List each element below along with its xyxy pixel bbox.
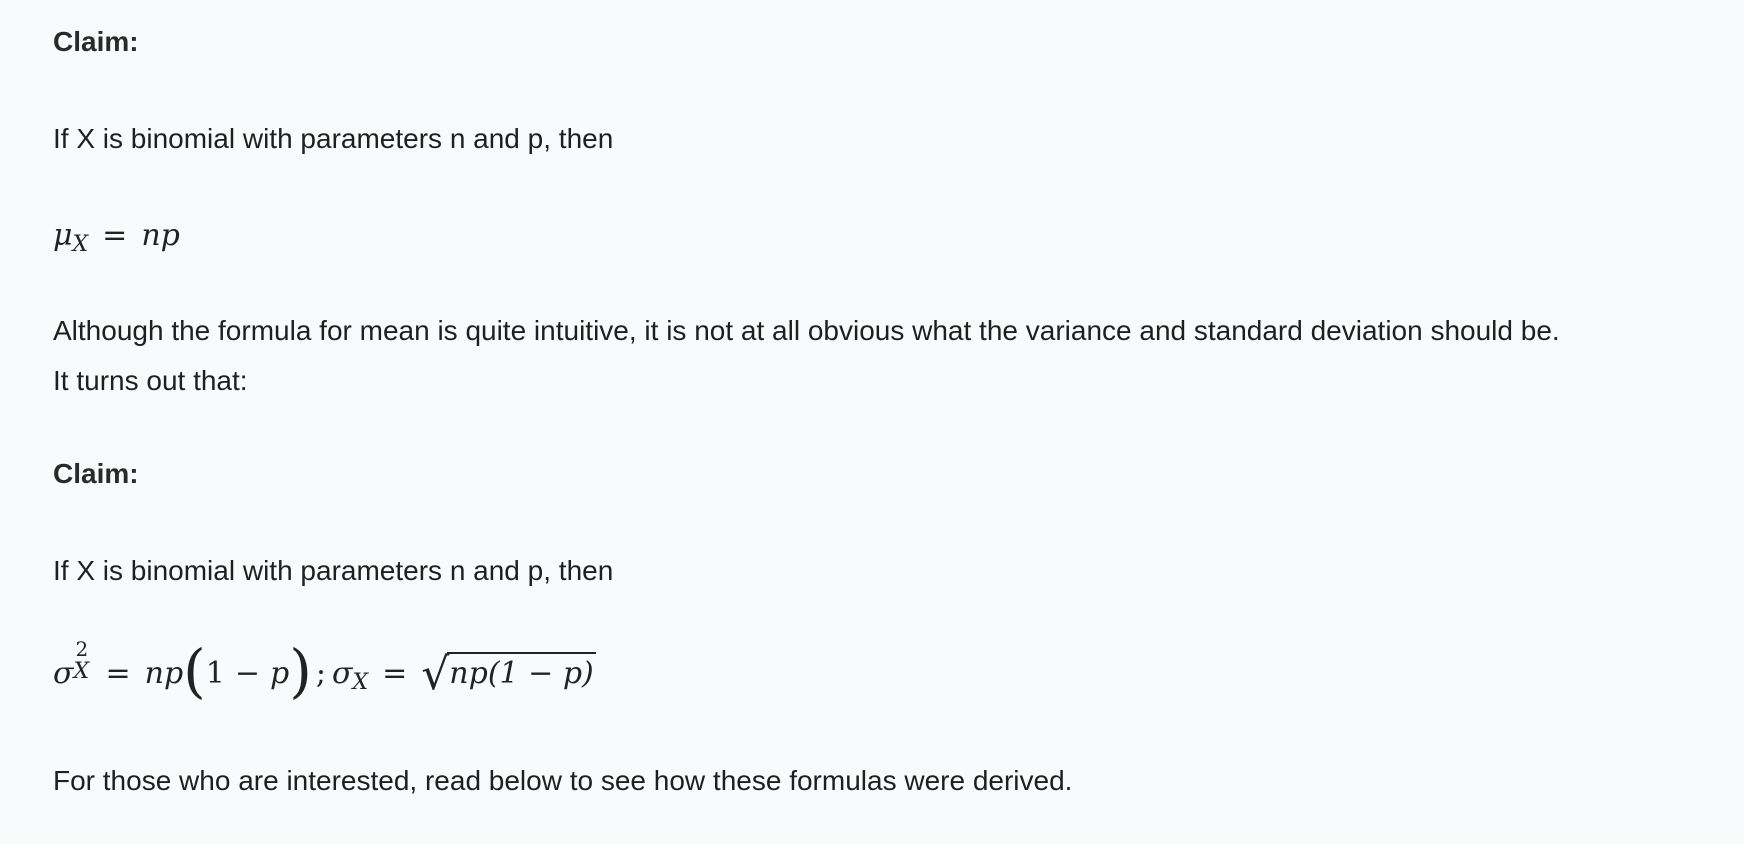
claim-text-2: If X is binomial with parameters n and p…: [53, 555, 614, 586]
p-term: p: [270, 656, 290, 691]
mean-rhs: np: [141, 218, 180, 253]
sigma-subscript: X: [73, 659, 90, 684]
claim-text-1: If X is binomial with parameters n and p…: [53, 123, 614, 154]
sigma-symbol: σ: [53, 656, 74, 691]
np-term: np: [144, 656, 184, 691]
paragraph-line-1: Although the formula for mean is quite i…: [53, 315, 1560, 346]
one-term: 1: [205, 656, 225, 691]
mu-subscript: X: [72, 232, 89, 257]
paragraph-line-2: It turns out that:: [53, 365, 248, 396]
sd-sigma-symbol: σ: [332, 656, 353, 691]
footer-text: For those who are interested, read below…: [53, 765, 1073, 796]
mu-symbol: μ: [53, 218, 73, 253]
equals-sign-2: =: [382, 656, 408, 691]
variance-formula: σ 2 X = np(1− p); σX = √ np(1 − p): [53, 637, 596, 700]
right-paren: ): [289, 637, 312, 705]
radicand: np(1 − p): [447, 652, 596, 691]
sigma-superscript: 2: [75, 637, 89, 661]
claim-heading-1: Claim:: [53, 26, 139, 57]
sd-subscript: X: [352, 670, 369, 695]
radical-sign-icon: √: [421, 649, 450, 700]
left-paren: (: [183, 637, 206, 705]
claim-heading-2: Claim:: [53, 458, 139, 489]
mean-formula: μX = np: [53, 218, 180, 257]
sigma-scripts: 2X: [73, 637, 91, 684]
minus-sign: −: [234, 656, 261, 691]
equals-sign: =: [102, 218, 128, 253]
equals-sign-1: =: [105, 656, 131, 691]
square-root: √ np(1 − p): [421, 652, 596, 697]
semicolon: ;: [315, 656, 326, 691]
